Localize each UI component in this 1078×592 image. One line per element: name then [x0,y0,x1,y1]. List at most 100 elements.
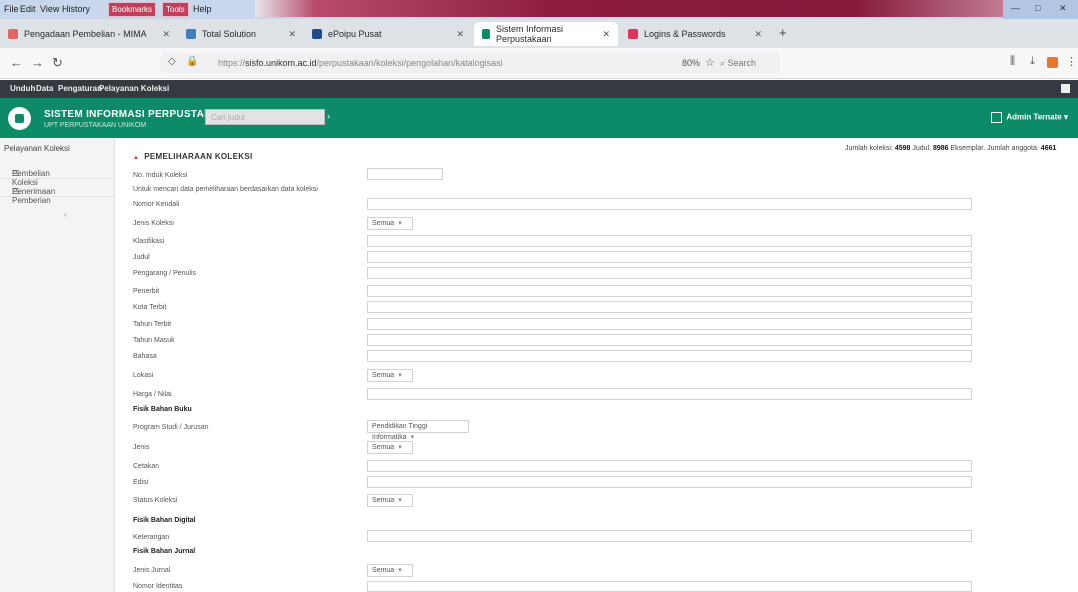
caret-icon: ▾ [398,372,402,379]
penerbit-input[interactable] [367,285,972,297]
cetakan-input[interactable] [367,460,972,472]
label-edisi: Edisi [133,479,149,486]
tab-close-icon[interactable]: ✕ [162,29,170,40]
select-value: Semua [372,444,395,451]
jenis-select[interactable]: Semua ▾ [367,441,413,454]
form-title: PEMELIHARAAN KOLEKSI [133,152,252,161]
label-klasifikasi: Klasifikasi [133,238,165,245]
tab-total-solution[interactable]: Total Solution ✕ [178,22,304,46]
favicon-icon [482,29,491,39]
status-koleksi-select[interactable]: Semua ▾ [367,494,413,507]
tab-pengadaan[interactable]: Pengadaan Pembelian - MIMA ✕ [0,22,178,46]
window-menubar: File Edit View History Bookmarks Tools H… [0,0,1078,19]
forward-icon[interactable]: → [31,55,44,70]
label-nomor-identitas: Nomor Identitas [133,583,183,590]
menu-history[interactable]: History [62,4,90,14]
menu-file[interactable]: File [4,4,19,14]
caret-icon: ▾ [398,567,402,574]
menu-bookmarks[interactable]: Bookmarks [108,2,157,17]
zoom-level[interactable]: 80% [682,58,700,68]
url-prefix: https:// [218,58,246,68]
pengarang-input[interactable] [367,267,972,279]
no-induk-input[interactable] [367,168,443,180]
header-search-button[interactable]: › [327,111,330,121]
program-studi-select[interactable]: Pendidikan Tinggi Informatika ▾ [367,420,469,441]
nav-unduh[interactable]: Unduh [10,84,35,93]
sidebar-item-label: Penerimaan Pemberian [12,187,56,205]
tahun-terbit-input[interactable] [367,318,972,330]
lokasi-select[interactable]: Semua ▾ [367,369,413,382]
nomor-kendali-input[interactable] [367,198,972,210]
nomor-identitas-input[interactable] [367,581,972,592]
label-tahun-masuk: Tahun Masuk [133,337,175,344]
jenis-koleksi-select[interactable]: Semua ▾ [367,217,413,230]
harga-input[interactable] [367,388,972,400]
label-no-induk: No. Induk Koleksi [133,172,188,179]
window-title-bar [255,0,1005,17]
jenis-jurnal-select[interactable]: Semua ▾ [367,564,413,577]
sidebar-collapse-toggle[interactable]: ‹ [64,210,67,219]
bookmark-star-icon[interactable]: ☆ [705,56,715,69]
nav-pelayanan[interactable]: Pelayanan Koleksi [99,84,169,93]
label-bahasa: Bahasa [133,353,157,360]
kota-terbit-input[interactable] [367,301,972,313]
app-subtitle: UPT PERPUSTAKAAN UNIKOM [44,122,147,129]
label-jenis: Jenis [133,444,150,451]
label-lokasi: Lokasi [133,372,154,379]
tab-epoipu[interactable]: ePoipu Pusat ✕ [304,22,472,46]
tab-close-icon[interactable]: ✕ [754,29,762,40]
browser-tab-strip: Pengadaan Pembelian - MIMA ✕ Total Solut… [0,19,1078,48]
menu-tools[interactable]: Tools [162,2,189,17]
stats-label: Eksemplar. Jumlah anggota: [950,145,1039,152]
menu-help[interactable]: Help [193,4,212,14]
klasifikasi-input[interactable] [367,235,972,247]
extension-icon[interactable] [1047,57,1058,68]
user-icon [991,112,1003,123]
close-window-icon[interactable]: ✕ [1059,3,1067,14]
user-name: Admin Ternate [1006,112,1062,122]
tab-logins[interactable]: Logins & Passwords ✕ [620,22,770,46]
judul-input[interactable] [367,251,972,263]
minimize-icon[interactable]: — [1011,3,1020,13]
tab-close-icon[interactable]: ✕ [288,29,296,40]
overflow-menu-icon[interactable]: ⋮ [1066,55,1077,68]
favicon-icon [628,29,638,39]
label-cetakan: Cetakan [133,463,160,470]
tab-sistem-informasi[interactable]: Sistem Informasi Perpustakaan ✕ [474,22,618,46]
label-harga: Harga / Nilai [133,391,172,398]
nav-data[interactable]: Data [36,84,53,93]
url-text[interactable]: https://sisfo.unikom.ac.id/perpustakaan/… [218,58,503,68]
menu-edit[interactable]: Edit [20,4,36,14]
favicon-icon [312,29,322,39]
back-icon[interactable]: ← [10,55,23,70]
nav-pengaturan[interactable]: Pengaturan [58,84,102,93]
tab-close-icon[interactable]: ✕ [602,29,610,40]
keterangan-input[interactable] [367,530,972,542]
reload-icon[interactable]: ↻ [52,55,63,71]
menu-view[interactable]: View [40,4,59,14]
new-tab-icon[interactable]: + [779,25,787,40]
maximize-icon[interactable]: □ [1035,3,1040,13]
edisi-input[interactable] [367,476,972,488]
hamburger-icon[interactable] [1061,84,1070,93]
tahun-masuk-input[interactable] [367,334,972,346]
select-value: Pendidikan Tinggi Informatika [372,423,428,441]
download-icon[interactable]: ⤓ [1030,55,1035,68]
tab-close-icon[interactable]: ✕ [456,29,464,40]
bahasa-input[interactable] [367,350,972,362]
sidebar-item-pembelian[interactable]: ☰ Pembelian Koleksi [0,161,114,187]
header-search-input[interactable]: Cari judul [205,109,325,125]
sidebar: Pelayanan Koleksi ☰ Pembelian Koleksi ☰ … [0,138,115,592]
caret-icon: ▾ [398,444,402,451]
shield-icon[interactable]: ◇ [168,56,176,67]
app-top-nav: Unduh Data Pengaturan Pelayanan Koleksi [0,80,1078,98]
search-field[interactable]: ⌕ Search [720,58,756,69]
section-fisik-buku: Fisik Bahan Buku [133,406,192,413]
library-icon[interactable]: ⫼ [1010,55,1015,68]
tab-label: Logins & Passwords [644,29,726,39]
window-controls: — □ ✕ [1003,0,1078,19]
user-menu[interactable]: Admin Ternate ▾ [991,112,1068,123]
lock-icon[interactable]: 🔒 [186,56,198,67]
sidebar-item-penerimaan[interactable]: ☰ Penerimaan Pemberian [0,179,114,205]
tab-label: Pengadaan Pembelian - MIMA [24,29,147,39]
